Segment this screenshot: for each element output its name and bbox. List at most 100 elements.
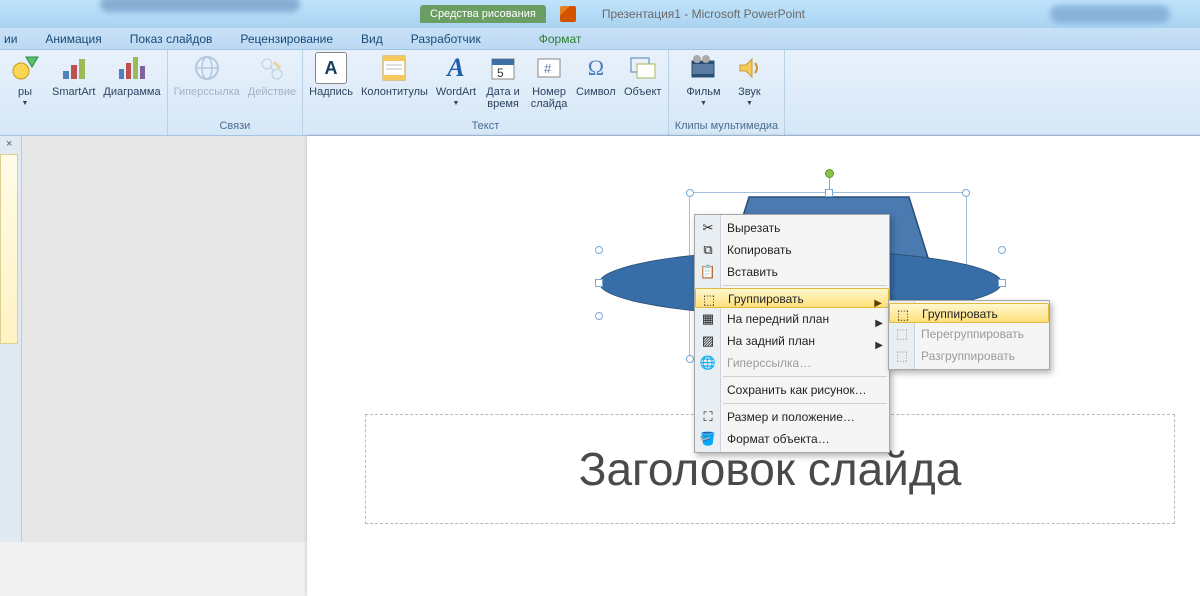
object-icon bbox=[627, 52, 659, 84]
menu-back-label: На задний план bbox=[727, 334, 815, 348]
handle2-e[interactable] bbox=[998, 279, 1006, 287]
ribbon-tabs: ии Анимация Показ слайдов Рецензирование… bbox=[0, 28, 1200, 50]
slide-thumb-strip[interactable] bbox=[0, 154, 18, 344]
menu-paste-label: Вставить bbox=[727, 265, 778, 279]
menu-copy[interactable]: ⧉ Копировать bbox=[695, 239, 889, 261]
slidenumber-label-1: Номер bbox=[532, 86, 566, 98]
handle-n[interactable] bbox=[825, 189, 833, 197]
context-menu: ✂ Вырезать ⧉ Копировать 📋Вставить ⬚Группир… bbox=[694, 214, 890, 453]
ribbon-group-text: A Надпись Колонтитулы A WordArt▼ 5 Дата … bbox=[303, 50, 669, 135]
sound-label: Звук bbox=[738, 86, 761, 98]
ribbon-group-media: Фильм▼ Звук▼ Клипы мультимедиа bbox=[669, 50, 785, 135]
ribbon-group-illustrations: ры▼ SmartArt Диаграмма bbox=[0, 50, 168, 135]
menu-group[interactable]: ⬚Группировать▶ bbox=[695, 288, 889, 308]
group-label-1 bbox=[82, 118, 85, 134]
group-action-icon: ⬚ bbox=[894, 306, 912, 324]
window-controls-blur bbox=[1050, 5, 1170, 23]
submenu-regroup-label: Перегруппировать bbox=[921, 327, 1024, 341]
menu-separator-1 bbox=[723, 285, 887, 286]
action-button[interactable]: Действие bbox=[248, 52, 296, 98]
menu-copy-label: Копировать bbox=[727, 243, 792, 257]
format-object-icon: 🪣 bbox=[699, 430, 717, 448]
smartart-button[interactable]: SmartArt bbox=[52, 52, 95, 98]
menu-size-position[interactable]: ⛶ Размер и положение… bbox=[695, 406, 889, 428]
app-logo-icon bbox=[560, 6, 576, 22]
ungroup-icon: ⬚ bbox=[893, 347, 911, 365]
group-label-links: Связи bbox=[219, 118, 250, 134]
menu-cut[interactable]: ✂ Вырезать bbox=[695, 217, 889, 239]
handle2-nw[interactable] bbox=[595, 246, 603, 254]
shapes-icon bbox=[9, 52, 41, 84]
handle2-ne[interactable] bbox=[998, 246, 1006, 254]
header-footer-label: Колонтитулы bbox=[361, 86, 428, 98]
menu-hyperlink: 🌐Гиперссылка… bbox=[695, 352, 889, 374]
textbox-button[interactable]: A Надпись bbox=[309, 52, 353, 98]
hyperlink-label: Гиперссылка bbox=[174, 86, 240, 98]
header-footer-button[interactable]: Колонтитулы bbox=[361, 52, 428, 98]
submenu-group[interactable]: ⬚Группировать bbox=[889, 303, 1049, 323]
action-label: Действие bbox=[248, 86, 296, 98]
tab-animation[interactable]: Анимация bbox=[31, 28, 115, 50]
tab-developer[interactable]: Разработчик bbox=[397, 28, 495, 50]
object-button[interactable]: Объект bbox=[624, 52, 662, 98]
regroup-icon: ⬚ bbox=[893, 325, 911, 343]
menu-front-label: На передний план bbox=[727, 312, 829, 326]
wordart-icon: A bbox=[440, 52, 472, 84]
datetime-label-2: время bbox=[487, 98, 519, 110]
menu-paste[interactable]: 📋Вставить bbox=[695, 261, 889, 283]
menu-size-pos-label: Размер и положение… bbox=[727, 410, 855, 424]
menu-cut-label: Вырезать bbox=[727, 221, 780, 235]
rotation-handle[interactable] bbox=[825, 169, 834, 178]
datetime-button[interactable]: 5 Дата и время bbox=[484, 52, 522, 110]
handle-ne[interactable] bbox=[962, 189, 970, 197]
menu-save-pic-label: Сохранить как рисунок… bbox=[727, 383, 867, 397]
shapes-button[interactable]: ры▼ bbox=[6, 52, 44, 110]
movie-label: Фильм bbox=[686, 86, 720, 98]
contextual-tool-tab: Средства рисования bbox=[420, 5, 546, 23]
symbol-button[interactable]: Ω Символ bbox=[576, 52, 616, 98]
hyperlink-icon bbox=[191, 52, 223, 84]
tab-cut-left[interactable]: ии bbox=[0, 28, 31, 50]
handle-nw[interactable] bbox=[686, 189, 694, 197]
group-label-text: Текст bbox=[472, 118, 500, 134]
chart-label: Диаграмма bbox=[103, 86, 160, 98]
wordart-button[interactable]: A WordArt▼ bbox=[436, 52, 476, 110]
copy-icon: ⧉ bbox=[699, 241, 717, 259]
sound-icon bbox=[733, 52, 765, 84]
tab-review[interactable]: Рецензирование bbox=[226, 28, 347, 50]
menu-save-as-picture[interactable]: Сохранить как рисунок… bbox=[695, 379, 889, 401]
tab-slideshow[interactable]: Показ слайдов bbox=[116, 28, 227, 50]
datetime-label-1: Дата и bbox=[486, 86, 520, 98]
cut-icon: ✂ bbox=[699, 219, 717, 237]
tab-format[interactable]: Формат bbox=[525, 28, 596, 50]
svg-text:#: # bbox=[544, 61, 552, 76]
menu-format-object[interactable]: 🪣 Формат объекта… bbox=[695, 428, 889, 450]
handle-sw[interactable] bbox=[686, 355, 694, 363]
wordart-label: WordArt bbox=[436, 86, 476, 98]
menu-separator-3 bbox=[723, 403, 887, 404]
menu-group-label: Группировать bbox=[728, 292, 804, 306]
chart-button[interactable]: Диаграмма bbox=[103, 52, 160, 98]
handle2-w[interactable] bbox=[595, 279, 603, 287]
symbol-label: Символ bbox=[576, 86, 616, 98]
size-position-icon: ⛶ bbox=[699, 408, 717, 426]
textbox-label: Надпись bbox=[309, 86, 353, 98]
hyperlink-button[interactable]: Гиперссылка bbox=[174, 52, 240, 98]
menu-bring-front[interactable]: ▦На передний план▶ bbox=[695, 308, 889, 330]
menu-separator-2 bbox=[723, 376, 887, 377]
tab-view[interactable]: Вид bbox=[347, 28, 397, 50]
menu-format-obj-label: Формат объекта… bbox=[727, 432, 830, 446]
slidenumber-icon: # bbox=[533, 52, 565, 84]
send-back-icon: ▨ bbox=[699, 332, 717, 350]
slidenumber-button[interactable]: # Номер слайда bbox=[530, 52, 568, 110]
menu-send-back[interactable]: ▨На задний план▶ bbox=[695, 330, 889, 352]
window-title: Презентация1 - Microsoft PowerPoint bbox=[602, 7, 805, 21]
symbol-icon: Ω bbox=[580, 52, 612, 84]
title-bar: Средства рисования Презентация1 - Micros… bbox=[0, 0, 1200, 28]
hyperlink-menu-icon: 🌐 bbox=[699, 354, 717, 372]
movie-button[interactable]: Фильм▼ bbox=[684, 52, 722, 110]
bring-front-icon: ▦ bbox=[699, 310, 717, 328]
sound-button[interactable]: Звук▼ bbox=[730, 52, 768, 110]
object-label: Объект bbox=[624, 86, 661, 98]
handle2-sw[interactable] bbox=[595, 312, 603, 320]
